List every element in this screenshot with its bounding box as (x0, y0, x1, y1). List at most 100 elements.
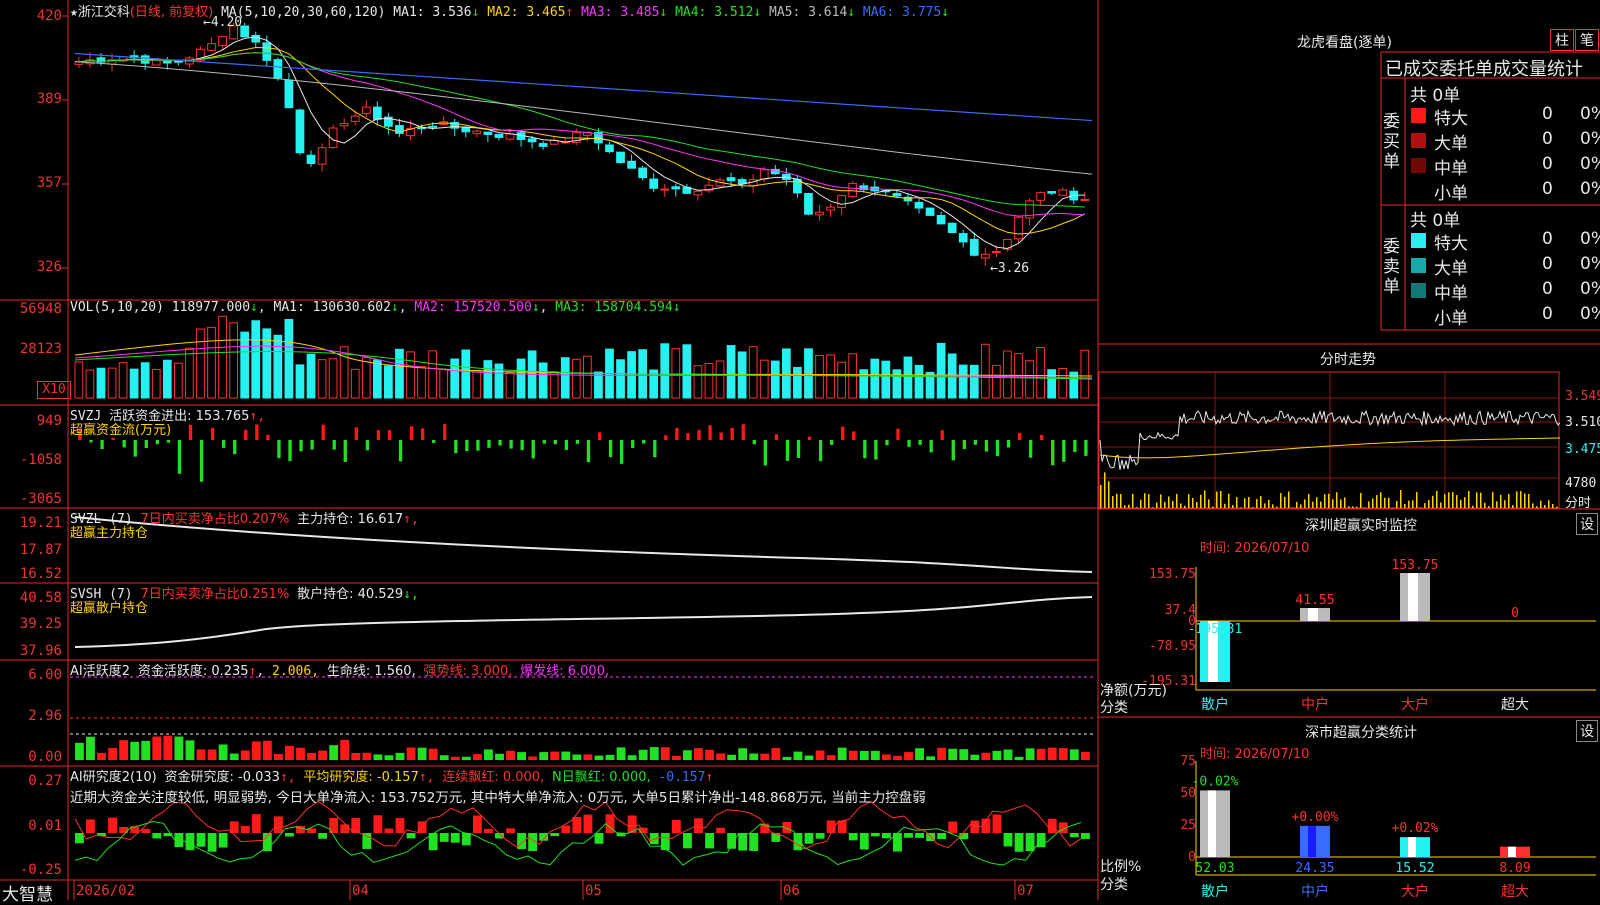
vol-tick: 56948 (0, 301, 62, 317)
chart-mode[interactable]: (日线, 前复权) (130, 5, 213, 20)
intraday-vol-tick: 4780 (1565, 476, 1596, 491)
flow-bar-pos (852, 431, 855, 440)
activity-bar (495, 754, 504, 760)
intraday-tick: 3.510 (1565, 415, 1600, 430)
intraday-vol-bar (1108, 481, 1110, 508)
vol-bar-up (572, 359, 580, 398)
vol-bar-down (241, 332, 249, 398)
vol-unit-button[interactable]: X10 (37, 381, 71, 399)
intraday-vol-bar (1200, 495, 1202, 508)
sz-class-settings-button[interactable]: 设 (1576, 720, 1598, 742)
vol-bar-down (462, 350, 470, 398)
sz-class-value: 15.52 (1395, 861, 1434, 876)
intraday-vol-bar (1256, 499, 1258, 508)
flow-bar-pos (111, 438, 114, 440)
star-icon[interactable]: ★ (70, 5, 78, 20)
sz-monitor-settings-button[interactable]: 设 (1576, 513, 1598, 535)
ma4-line (79, 53, 1085, 207)
candle-down (296, 110, 304, 153)
vol-bar-down (915, 365, 923, 398)
intraday-vol-bar (1536, 506, 1538, 508)
candle-up (318, 148, 326, 164)
sz-class-category: 散户 (1201, 883, 1229, 900)
ma6-line (75, 54, 1092, 121)
activity-bar (241, 750, 250, 760)
vol-bar-down (871, 359, 879, 398)
intraday-vol-bar (1484, 503, 1486, 508)
flow-bar-pos (1040, 435, 1043, 440)
flow-bar-neg (786, 440, 789, 461)
flow-bar-neg (399, 440, 402, 461)
sz-class-category: 超大 (1501, 884, 1529, 900)
longhu-row: 大单00% (1410, 129, 1600, 151)
svzj-subtitle: 超赢资金流(万元) (70, 419, 171, 438)
vol-bar-up (197, 329, 205, 398)
sz-class-xlabel: 分类 (1100, 874, 1128, 894)
longhu-row: 特大00% (1410, 229, 1600, 251)
research-bar (827, 820, 836, 833)
activity-bar (1048, 748, 1057, 760)
svsh-tick: 39.25 (0, 616, 62, 632)
intraday-vol-bar (1248, 497, 1250, 508)
longhu-bar-button[interactable]: 柱 (1550, 29, 1574, 51)
longhu-row-pct: 0% (1580, 104, 1600, 124)
activity-bar (672, 756, 681, 760)
activity-bar (539, 752, 548, 760)
vol-bar-up (1004, 351, 1012, 398)
vol-bar-up (1037, 347, 1045, 398)
vol-bar-up (186, 348, 194, 398)
candle-down (959, 234, 967, 242)
candle-up (760, 170, 768, 179)
candle-up (219, 37, 227, 46)
sz-monitor-time: 时间: 2026/07/10 (1200, 537, 1309, 556)
intraday-vol-bar (1152, 507, 1154, 508)
longhu-row: 中单00% (1410, 154, 1600, 176)
vol-bar-up (473, 371, 481, 398)
vol-bar-up (816, 355, 824, 398)
intraday-vol-bar (1216, 492, 1218, 508)
vol-bar-down (252, 321, 260, 398)
candle-up (661, 189, 669, 190)
stock-name: 浙江交科 (78, 5, 130, 20)
longhu-row-pct: 0% (1580, 279, 1600, 299)
intraday-vol-bar (1204, 490, 1206, 508)
research-bar (550, 833, 559, 836)
intraday-vol-bar (1100, 485, 1102, 508)
sz-monitor-tick: 0 (1138, 614, 1196, 629)
intraday-vol-bar (1500, 495, 1502, 508)
flow-bar-pos (1018, 433, 1021, 440)
svzl-tick: 16.52 (0, 566, 62, 582)
research-bar (915, 833, 924, 838)
intraday-vol-bar (1400, 490, 1402, 508)
research-bar (285, 833, 294, 836)
app-logo[interactable]: 大智慧 (2, 880, 53, 905)
ai-burstline: 爆发线: 6.000, (520, 664, 609, 679)
sz-class-value: 8.09 (1499, 861, 1530, 876)
sell-total: 共 0单 (1410, 206, 1460, 231)
vol-bar-down (882, 361, 890, 398)
intraday-vol-bar (1532, 503, 1534, 508)
intraday-vol-bar (1156, 503, 1158, 508)
research-bar (141, 829, 150, 833)
longhu-row: 特大00% (1410, 104, 1600, 126)
intraday-vol-bar (1404, 504, 1406, 508)
svsh-tick: 37.96 (0, 643, 62, 659)
flow-bar-pos (322, 425, 325, 440)
intraday-vol-bar (1140, 500, 1142, 508)
intraday-vol-bar (1508, 494, 1510, 508)
svsh-ratio: 7日内买卖净占比0.251% (140, 587, 289, 602)
intraday-vol-bar (1228, 494, 1230, 508)
ai-active-tick: 0.00 (0, 749, 62, 765)
longhu-tick-button[interactable]: 笔 (1575, 29, 1599, 51)
flow-bar-neg (764, 440, 767, 465)
buy-total: 共 0单 (1410, 81, 1460, 106)
sz-monitor-category: 中户 (1301, 696, 1329, 713)
activity-bar (838, 748, 847, 760)
intraday-vol-bar (1168, 496, 1170, 508)
vol-bar-up (418, 367, 426, 398)
vol-bar-up (672, 349, 680, 398)
longhu-row-pct: 0% (1580, 129, 1600, 149)
buy-side-label: 委买单 (1383, 112, 1403, 172)
color-swatch (1411, 133, 1426, 148)
flow-bar-pos (355, 427, 358, 440)
